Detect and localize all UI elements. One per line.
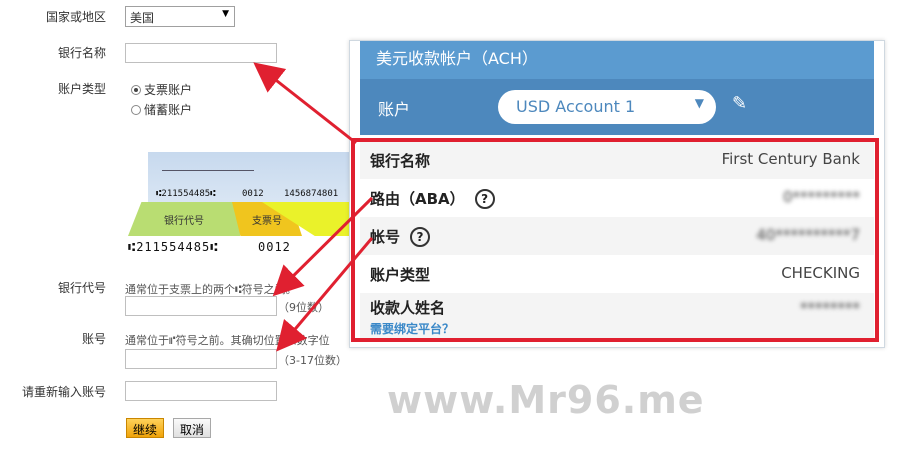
- detail-value-masked: ********: [800, 299, 860, 317]
- account-label: 账号: [81, 332, 106, 346]
- detail-row-payee: 收款人姓名 ******** 需要绑定平台？: [360, 293, 874, 339]
- detail-label-wrap: 帐号?: [370, 226, 431, 247]
- continue-button[interactable]: 继续: [126, 418, 165, 438]
- micr-check-big: 0012: [258, 240, 291, 254]
- detail-row-type: 账户类型 CHECKING: [360, 255, 874, 293]
- bank-name-label: 银行名称: [57, 46, 106, 60]
- account-selector-bar: 账户 USD Account 1 ▼ ✎: [360, 79, 874, 135]
- tag-check-label: 支票号: [252, 215, 282, 227]
- routing-digits: （9位数）: [278, 301, 329, 314]
- account-digits: （3-17位数）: [278, 354, 347, 367]
- radio-savings[interactable]: 储蓄账户: [131, 101, 192, 118]
- detail-row-routing: 路由（ABA）? 0*********: [360, 179, 874, 217]
- ach-account-panel: 美元收款帐户（ACH） 账户 USD Account 1 ▼ ✎ 银行名称 Fi…: [349, 40, 885, 348]
- help-link[interactable]: 需要绑定平台？: [370, 320, 454, 337]
- detail-label: 账户类型: [370, 266, 431, 284]
- cheque-illustration: ⑆211554485⑆ 0012 1456874801: [148, 152, 356, 208]
- detail-value: First Century Bank: [721, 150, 860, 168]
- detail-value-masked: 40**********7: [756, 226, 860, 244]
- account-selector-label: 账户: [378, 100, 411, 119]
- cheque-micr-routing: ⑆211554485⑆: [156, 189, 216, 199]
- radio-checking-label: 支票账户: [144, 83, 193, 97]
- detail-label: 路由（ABA）: [370, 190, 465, 208]
- detail-value-masked: 0*********: [782, 188, 860, 206]
- question-icon[interactable]: ?: [410, 227, 431, 247]
- detail-label: 银行名称: [370, 152, 431, 170]
- country-value: 美国: [130, 11, 155, 25]
- tag-routing-label: 银行代号: [164, 215, 204, 227]
- routing-label: 银行代号: [57, 281, 106, 295]
- routing-input[interactable]: [125, 296, 277, 316]
- account-select[interactable]: USD Account 1 ▼: [498, 90, 716, 124]
- radio-savings-label: 储蓄账户: [144, 103, 193, 117]
- panel-title: 美元收款帐户（ACH）: [360, 41, 874, 79]
- bank-name-input[interactable]: [125, 43, 277, 63]
- chevron-down-icon: ▼: [694, 96, 704, 110]
- account-hint: 通常位于⑈符号之前。其确切位置和数字位: [125, 334, 330, 347]
- watermark: www.Mr96.me: [387, 378, 705, 422]
- detail-value: CHECKING: [781, 264, 860, 282]
- cancel-button[interactable]: 取消: [173, 418, 212, 438]
- detail-label: 帐号: [370, 228, 401, 246]
- cheque-micr-check: 0012: [242, 189, 264, 199]
- country-select[interactable]: 美国 ▼: [125, 6, 235, 27]
- detail-row-bank: 银行名称 First Century Bank: [360, 141, 874, 179]
- pencil-icon[interactable]: ✎: [732, 93, 747, 114]
- radio-checking[interactable]: 支票账户: [131, 81, 192, 98]
- tag-routing: 银行代号: [128, 202, 240, 236]
- reenter-label: 请重新输入账号: [21, 385, 106, 399]
- cheque-micr-account: 1456874801: [284, 189, 339, 199]
- cheque-signature-line: [162, 170, 254, 171]
- account-type-label: 账户类型: [57, 82, 106, 96]
- detail-label: 收款人姓名: [370, 299, 446, 317]
- account-input[interactable]: [125, 349, 277, 369]
- arrow-annotation: [253, 62, 357, 145]
- question-icon[interactable]: ?: [474, 189, 495, 209]
- dropdown-arrow-icon: ▼: [222, 9, 229, 19]
- account-select-value: USD Account 1: [516, 97, 636, 116]
- detail-label-wrap: 路由（ABA）?: [370, 188, 495, 209]
- radio-checked-icon: [131, 85, 141, 95]
- reenter-account-input[interactable]: [125, 381, 277, 401]
- country-label: 国家或地区: [45, 10, 106, 24]
- routing-hint: 通常位于支票上的两个⑆符号之间。: [125, 283, 297, 296]
- radio-unchecked-icon: [131, 105, 141, 115]
- micr-routing-big: ⑆211554485⑆: [128, 240, 219, 254]
- detail-row-account: 帐号? 40**********7: [360, 217, 874, 255]
